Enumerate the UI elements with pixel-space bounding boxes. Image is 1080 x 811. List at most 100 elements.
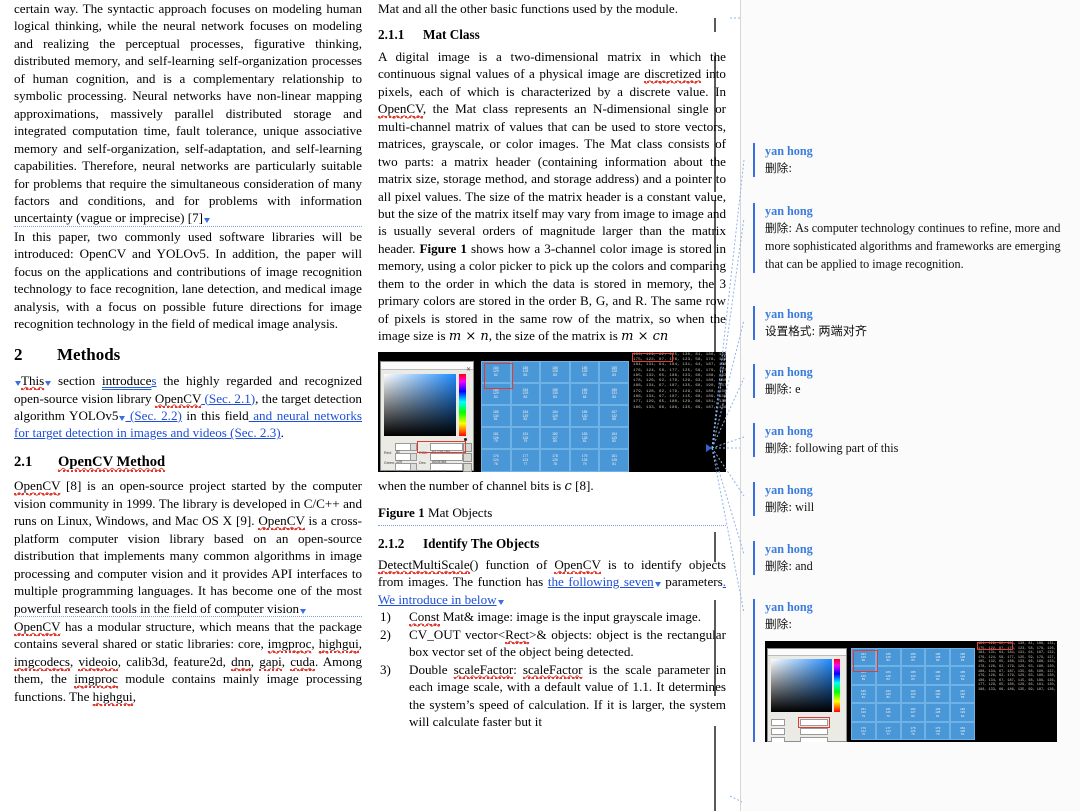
pixel-cell: 186 131 84 (925, 666, 951, 685)
spellcheck-flagged-text: gapi (259, 653, 282, 671)
text-span: Double (409, 661, 454, 677)
pixel-value: 184 129 83 (885, 670, 891, 681)
figure-mat-objects-image[interactable]: ✕ Red: 82 Green: 129 Blue: 184 (378, 351, 726, 472)
terminal-line: 186, 133, 66, 186, 135, 69, 187, 136, 66… (978, 688, 1057, 692)
revision-balloon[interactable]: yan hong 删除: will (753, 482, 1069, 516)
revision-balloon[interactable]: yan hong 删除: following part of this (753, 423, 1069, 457)
pixel-cell: 181 128 81 (599, 449, 629, 472)
figure-1-wrapper: ✕ Red: 82 Green: 129 Blue: 184 (378, 351, 726, 472)
pixel-value: 185 130 83 (910, 670, 916, 681)
pixel-cell: 181 128 81 (950, 721, 975, 740)
terminal-output: 184, 129, 82, 185, 130, 81, 186, 131, 82… (631, 351, 726, 472)
value-blue: 184 (396, 469, 402, 472)
thumbnail-color-picker (767, 648, 847, 742)
pixel-cell: 185 130 83 (569, 405, 600, 428)
thumbnail-terminal-highlight (977, 642, 1013, 650)
pixel-cell: 187 132 85 (950, 684, 975, 704)
paragraph-text: In this paper, two commonly used softwar… (14, 228, 362, 332)
spinner-green[interactable] (410, 452, 417, 461)
pixel-value: 184 129 82 (910, 688, 916, 700)
saturation-value-field[interactable] (384, 373, 456, 436)
spellcheck-flagged-text: OpenCV (14, 478, 61, 496)
balloon-text: 删除: e (765, 382, 801, 396)
pixel-cell: 177 124 77 (510, 449, 541, 472)
revision-balloon[interactable]: yan hong 删除: 184 129 82 185 128 83 185 128 83 185 12… (753, 599, 1069, 742)
spellcheck-flagged-text: dnn (231, 653, 251, 671)
text-span: , (311, 636, 319, 652)
spellcheck-flagged-text: imgproc (74, 671, 118, 689)
spinner-red[interactable] (410, 442, 417, 451)
revision-balloon[interactable]: yan hong 删除: and (753, 541, 1069, 575)
balloon-text: 删除: following part of this (765, 441, 899, 455)
balloon-author: yan hong (765, 365, 813, 379)
value-hex: 52 81 B8 (432, 469, 447, 472)
pixel-cell: 181 126 79 (851, 703, 876, 722)
spellcheck-flagged-text: scaleFactor (453, 661, 514, 679)
markup-balloon-pane[interactable]: yan hong 删除: yan hong 删除: As computer techn… (740, 0, 1080, 811)
text-span: , (250, 653, 260, 669)
revision-balloon[interactable]: yan hong 删除: As computer technology conti… (753, 203, 1069, 273)
pixel-value: 185 130 81 (492, 410, 499, 422)
pixel-value: 181 128 81 (611, 454, 618, 466)
heading-number: 2.1.1 (378, 27, 405, 43)
hue-slider[interactable] (459, 373, 466, 436)
pixel-value: 185 128 83 (935, 652, 941, 663)
pixel-value: 185 130 83 (935, 688, 941, 700)
list-marker: 2) (380, 626, 391, 642)
pixel-value: 184 129 83 (492, 387, 499, 399)
close-icon[interactable]: ✕ (466, 362, 471, 379)
revision-balloon[interactable]: yan hong 删除: e (753, 364, 1069, 398)
inline-math: m × cn (621, 329, 669, 345)
paragraph-text: Mat and all the other basic functions us… (378, 1, 678, 16)
pixel-cell: 184 129 82 (510, 405, 541, 428)
heading-opencv-method: 2.1 OpenCV Method (14, 453, 362, 472)
copy-icon-hex[interactable] (463, 462, 472, 472)
spellcheck-flagged-text: scaleFactor (522, 661, 583, 679)
format-change-line (14, 615, 362, 617)
document-page[interactable]: certain way. The syntactic approach focu… (0, 0, 740, 811)
pixel-value: 178 125 78 (552, 454, 558, 466)
pixel-cell: 183 128 81 (569, 427, 600, 450)
changed-line-bar (714, 726, 716, 811)
revision-balloon[interactable]: yan hong 删除: (753, 143, 1069, 177)
pixel-value: 184 129 82 (960, 707, 966, 718)
paragraph-opencv-2: OpenCV has a modular structure, which me… (14, 618, 362, 706)
balloon-author: yan hong (765, 307, 813, 321)
spinner-blue[interactable] (410, 462, 417, 471)
heading-number: 2.1.2 (378, 535, 405, 551)
pixel-cell: 182 127 80 (900, 703, 926, 722)
inline-math: c (564, 478, 572, 494)
pixel-value: 185 131 83 (960, 670, 966, 681)
spellcheck-flagged-text: Const (409, 609, 440, 627)
paragraph-intro-continued: certain way. The syntactic approach focu… (14, 0, 362, 227)
paragraph-text: certain way. The syntactic approach focu… (14, 1, 362, 226)
revision-balloon[interactable]: yan hong 设置格式: 两端对齐 (753, 306, 1069, 340)
copy-icon-dec[interactable] (463, 452, 472, 462)
balloon-author: yan hong (765, 542, 813, 556)
balloon-text: 删除: and (765, 559, 813, 573)
text-span: , the Mat class represents an N-dimensio… (378, 101, 726, 256)
spellcheck-flagged-text: highgui (318, 636, 359, 654)
balloon-change-type: 删除: (765, 441, 793, 455)
pixel-value: 185 130 83 (581, 410, 588, 422)
balloon-author: yan hong (765, 483, 813, 497)
pixel-cell: 185 130 83 (925, 684, 951, 704)
text-span: section (51, 373, 102, 389)
paragraph-mat-body: A digital image is a two-dimensional mat… (378, 48, 726, 346)
heading-mat-class: 2.1.1 Mat Class (378, 26, 726, 43)
paragraph-mat-top: Mat and all the other basic functions us… (378, 0, 726, 17)
paragraph-identify-body: DetectMultiScale() function of OpenCV is… (378, 556, 726, 608)
pixel-value: 178 125 78 (910, 725, 916, 736)
pixel-value: 187 132 85 (960, 688, 966, 700)
balloon-change-type: 删除: (765, 559, 793, 573)
text-span: , the size of the matrix is (488, 328, 622, 344)
text-span: () function of (469, 556, 555, 572)
grammar-flagged-text: introduce (101, 373, 152, 389)
spellcheck-flagged-text: cuda (290, 653, 315, 671)
text-span: , (358, 636, 362, 652)
deleted-figure-thumbnail: 184 129 82 185 128 83 185 128 83 185 128 83 185 128 83… (765, 641, 1057, 742)
thumbnail-terminal: 184, 129, 82, 185, 130, 81, 186, 131, 82… (976, 641, 1057, 740)
pixel-value: 185 128 83 (910, 652, 916, 663)
label-blue: Blue: (384, 465, 392, 472)
list-item: 2) CV_OUT vector<Rect>& objects: object i… (378, 626, 726, 661)
